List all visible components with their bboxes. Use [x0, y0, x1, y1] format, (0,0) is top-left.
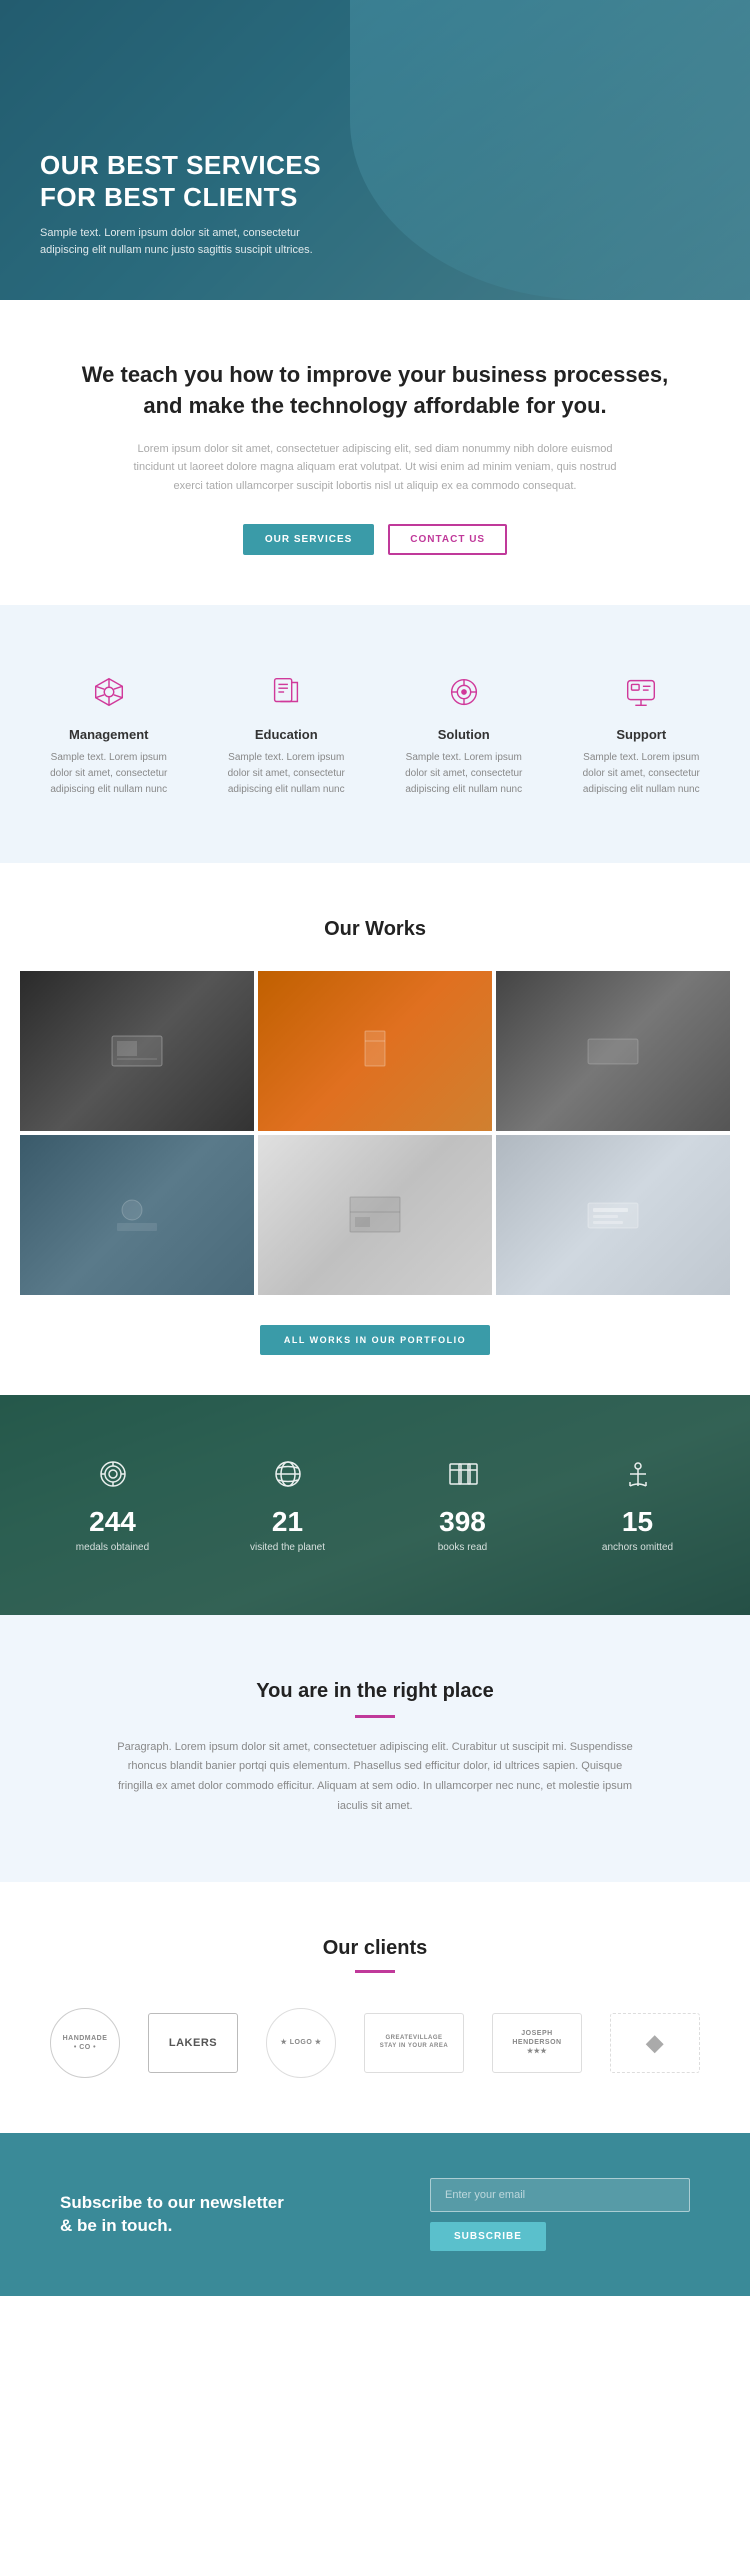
client-logo-6: ◆ — [610, 2013, 700, 2073]
works-section: Our Works — [0, 863, 750, 1395]
client-logo-4-text: GREATEVILLAGE STAY IN YOUR AREA — [380, 2035, 448, 2051]
features-section: Management Sample text. Lorem ipsum dolo… — [0, 605, 750, 863]
right-place-title: You are in the right place — [80, 1680, 670, 1703]
work-image-2 — [258, 971, 492, 1131]
newsletter-text: Subscribe to our newsletter & be in touc… — [60, 2191, 284, 2239]
clients-grid: HANDMADE • CO • LAKERS ★ LOGO ★ GREATEVI… — [30, 2008, 720, 2078]
feature-solution-desc: Sample text. Lorem ipsum dolor sit amet,… — [395, 750, 533, 798]
management-icon — [86, 670, 131, 715]
feature-support-title: Support — [573, 727, 711, 742]
client-logo-5-text: Joseph HENDERSON ★★★ — [512, 2029, 561, 2056]
stats-grid: 244 medals obtained 21 visited the plane… — [35, 1456, 715, 1553]
books-label: books read — [438, 1542, 487, 1553]
medals-label: medals obtained — [76, 1542, 149, 1553]
contact-us-button[interactable]: CONTACT US — [388, 524, 507, 555]
intro-buttons: OUR SERVICES CONTACT US — [80, 524, 670, 555]
stat-books: 398 books read — [385, 1456, 540, 1553]
feature-support-desc: Sample text. Lorem ipsum dolor sit amet,… — [573, 750, 711, 798]
feature-management-title: Management — [40, 727, 178, 742]
anchors-number: 15 — [622, 1508, 653, 1536]
work-image-1 — [20, 971, 254, 1131]
client-logo-1: HANDMADE • CO • — [50, 2008, 120, 2078]
client-logo-2-text: LAKERS — [169, 2036, 217, 2050]
client-logo-4: GREATEVILLAGE STAY IN YOUR AREA — [364, 2013, 464, 2073]
feature-solution-title: Solution — [395, 727, 533, 742]
client-logo-6-text: ◆ — [646, 2029, 663, 2058]
clients-divider — [355, 1970, 395, 1973]
hero-title: OUR BEST SERVICES FOR BEST CLIENTS — [40, 150, 340, 212]
newsletter-form: SUBSCRIBE — [430, 2178, 690, 2251]
feature-solution: Solution Sample text. Lorem ipsum dolor … — [385, 660, 543, 808]
hero-subtitle: Sample text. Lorem ipsum dolor sit amet,… — [40, 225, 340, 260]
feature-education: Education Sample text. Lorem ipsum dolor… — [208, 660, 366, 808]
right-place-section: You are in the right place Paragraph. Lo… — [0, 1615, 750, 1882]
right-place-divider — [355, 1715, 395, 1718]
planet-number: 21 — [272, 1508, 303, 1536]
client-logo-3: ★ LOGO ★ — [266, 2008, 336, 2078]
client-logo-3-text: ★ LOGO ★ — [280, 2038, 321, 2047]
intro-body: Lorem ipsum dolor sit amet, consectetuer… — [125, 440, 625, 496]
feature-support: Support Sample text. Lorem ipsum dolor s… — [563, 660, 721, 808]
client-logo-5: Joseph HENDERSON ★★★ — [492, 2013, 582, 2073]
our-services-button[interactable]: OUR SERVICES — [243, 524, 374, 555]
work-image-4 — [20, 1135, 254, 1295]
work-image-6 — [496, 1135, 730, 1295]
works-title: Our Works — [20, 918, 730, 941]
medals-number: 244 — [89, 1508, 136, 1536]
work-image-5 — [258, 1135, 492, 1295]
medals-icon — [95, 1456, 131, 1500]
planet-label: visited the planet — [250, 1542, 325, 1553]
solution-icon — [441, 670, 486, 715]
books-icon — [445, 1456, 481, 1500]
feature-education-desc: Sample text. Lorem ipsum dolor sit amet,… — [218, 750, 356, 798]
education-icon — [264, 670, 309, 715]
feature-management-desc: Sample text. Lorem ipsum dolor sit amet,… — [40, 750, 178, 798]
planet-icon — [270, 1456, 306, 1500]
feature-education-title: Education — [218, 727, 356, 742]
works-btn-wrap: ALL WORKS IN OUR PORTFOLIO — [20, 1325, 730, 1355]
stat-planet: 21 visited the planet — [210, 1456, 365, 1553]
stats-section: 244 medals obtained 21 visited the plane… — [0, 1395, 750, 1615]
support-icon — [619, 670, 664, 715]
anchors-label: anchors omitted — [602, 1542, 673, 1553]
stat-anchors: 15 anchors omitted — [560, 1456, 715, 1553]
portfolio-button[interactable]: ALL WORKS IN OUR PORTFOLIO — [260, 1325, 490, 1355]
clients-title: Our clients — [30, 1937, 720, 1960]
subscribe-button[interactable]: SUBSCRIBE — [430, 2222, 546, 2251]
work-image-3 — [496, 971, 730, 1131]
newsletter-section: Subscribe to our newsletter & be in touc… — [0, 2133, 750, 2296]
client-logo-2: LAKERS — [148, 2013, 238, 2073]
hero-content: OUR BEST SERVICES FOR BEST CLIENTS Sampl… — [40, 150, 340, 260]
clients-section: Our clients HANDMADE • CO • LAKERS ★ LOG… — [0, 1882, 750, 2133]
work-item-6[interactable] — [496, 1135, 730, 1295]
client-logo-1-text: HANDMADE • CO • — [63, 2034, 108, 2052]
work-item-5[interactable] — [258, 1135, 492, 1295]
features-grid: Management Sample text. Lorem ipsum dolo… — [30, 660, 720, 808]
books-number: 398 — [439, 1508, 486, 1536]
work-item-3[interactable] — [496, 971, 730, 1131]
hero-section: OUR BEST SERVICES FOR BEST CLIENTS Sampl… — [0, 0, 750, 300]
work-item-2[interactable] — [258, 971, 492, 1131]
newsletter-email-input[interactable] — [430, 2178, 690, 2212]
anchors-icon — [620, 1456, 656, 1500]
intro-section: We teach you how to improve your busines… — [0, 300, 750, 605]
work-item-1[interactable] — [20, 971, 254, 1131]
intro-heading: We teach you how to improve your busines… — [80, 360, 670, 422]
work-item-4[interactable] — [20, 1135, 254, 1295]
right-place-body: Paragraph. Lorem ipsum dolor sit amet, c… — [115, 1738, 635, 1817]
works-grid — [20, 971, 730, 1295]
feature-management: Management Sample text. Lorem ipsum dolo… — [30, 660, 188, 808]
stat-medals: 244 medals obtained — [35, 1456, 190, 1553]
